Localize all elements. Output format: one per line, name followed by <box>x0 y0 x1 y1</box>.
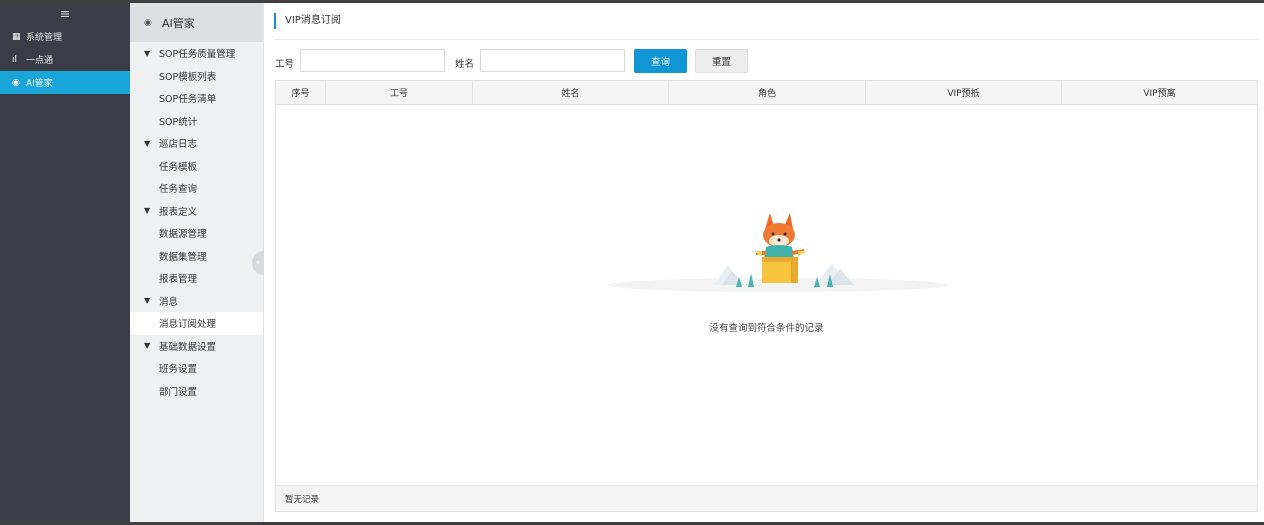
reset-button[interactable]: 重置 <box>695 49 748 73</box>
column-header[interactable]: VIP预离 <box>1062 81 1257 104</box>
column-header[interactable]: 序号 <box>276 81 326 104</box>
nav-item-label: 一点通 <box>26 56 54 66</box>
employee-id-label: 工号 <box>275 59 295 70</box>
menu-group-patrol[interactable]: ▼ 巡店日志 <box>130 132 263 155</box>
data-table: 序号 工号 姓名 角色 VIP预抵 VIP预离 没有查询到符合条件的记录 暂无记… <box>275 80 1258 512</box>
menu-item-datasource[interactable]: 数据源管理 <box>130 222 263 245</box>
page-title: VIP消息订阅 <box>274 13 341 29</box>
robot-icon: ◉ <box>12 77 20 88</box>
employee-id-input[interactable] <box>300 49 445 72</box>
nav-item-label: 系统管理 <box>26 33 63 43</box>
grid-icon: ▦ <box>12 31 21 42</box>
menu-item-sop-tasks[interactable]: SOP任务清单 <box>130 87 263 110</box>
table-header: 序号 工号 姓名 角色 VIP预抵 VIP预离 <box>276 81 1257 105</box>
menu-group-label: SOP任务质量管理 <box>159 49 236 61</box>
name-label: 姓名 <box>455 59 475 70</box>
caret-down-icon: ▼ <box>144 206 151 216</box>
sub-menu: ◉ AI管家 ▼ SOP任务质量管理 SOP模板列表 SOP任务清单 SOP统计… <box>130 3 264 522</box>
menu-item-task-query[interactable]: 任务查询 <box>130 177 263 200</box>
main-nav: ≡ ▦ 系统管理 ıl 一点通 ◉ AI管家 <box>0 3 130 522</box>
menu-group-basic-data[interactable]: ▼ 基础数据设置 <box>130 335 263 358</box>
menu-group-report[interactable]: ▼ 报表定义 <box>130 200 263 223</box>
menu-item-shift-settings[interactable]: 班务设置 <box>130 357 263 380</box>
caret-down-icon: ▼ <box>144 296 151 306</box>
column-header[interactable]: 姓名 <box>473 81 669 104</box>
menu-group-sop[interactable]: ▼ SOP任务质量管理 <box>130 42 263 65</box>
nav-item-ai[interactable]: ◉ AI管家 <box>0 71 130 94</box>
hamburger-icon[interactable]: ≡ <box>0 3 130 25</box>
column-header[interactable]: 工号 <box>326 81 473 104</box>
menu-group-label: 基础数据设置 <box>159 341 217 353</box>
main-content: VIP消息订阅 工号 姓名 查询 重置 序号 工号 姓名 角色 VIP预抵 VI… <box>264 3 1264 522</box>
menu-group-label: 消息 <box>159 296 179 308</box>
robot-icon: ◉ <box>144 17 152 28</box>
search-button[interactable]: 查询 <box>634 49 687 73</box>
caret-down-icon: ▼ <box>144 48 151 58</box>
menu-item-dataset[interactable]: 数据集管理 <box>130 245 263 268</box>
name-input[interactable] <box>480 49 625 72</box>
menu-group-message[interactable]: ▼ 消息 <box>130 290 263 313</box>
menu-item-sop-template[interactable]: SOP模板列表 <box>130 65 263 88</box>
table-footer: 暂无记录 <box>276 485 1257 511</box>
chevron-left-icon: ‹ <box>256 258 260 268</box>
menu-group-label: 巡店日志 <box>159 139 198 151</box>
column-header[interactable]: VIP预抵 <box>866 81 1062 104</box>
menu-group-label: 报表定义 <box>159 206 198 218</box>
nav-item-system[interactable]: ▦ 系统管理 <box>0 25 130 48</box>
empty-state: 没有查询到符合条件的记录 <box>276 105 1257 485</box>
menu-item-report-manage[interactable]: 报表管理 <box>130 267 263 290</box>
sub-menu-title: AI管家 <box>162 16 195 30</box>
nav-item-yidiantong[interactable]: ıl 一点通 <box>0 48 130 71</box>
menu-item-task-template[interactable]: 任务模板 <box>130 155 263 178</box>
sub-menu-header: ◉ AI管家 <box>130 3 263 42</box>
menu-item-message-subscription[interactable]: 消息订阅处理 <box>130 312 263 335</box>
bar-chart-icon: ıl <box>12 54 18 65</box>
column-header[interactable]: 角色 <box>669 81 866 104</box>
title-divider <box>274 39 1258 40</box>
caret-down-icon: ▼ <box>144 138 151 148</box>
nav-item-label: AI管家 <box>26 79 53 89</box>
caret-down-icon: ▼ <box>144 341 151 351</box>
empty-fox-illustration <box>608 213 948 292</box>
menu-item-department-settings[interactable]: 部门设置 <box>130 380 263 403</box>
record-count-text: 暂无记录 <box>285 494 320 505</box>
menu-item-sop-stats[interactable]: SOP统计 <box>130 110 263 133</box>
empty-state-text: 没有查询到符合条件的记录 <box>709 323 824 334</box>
